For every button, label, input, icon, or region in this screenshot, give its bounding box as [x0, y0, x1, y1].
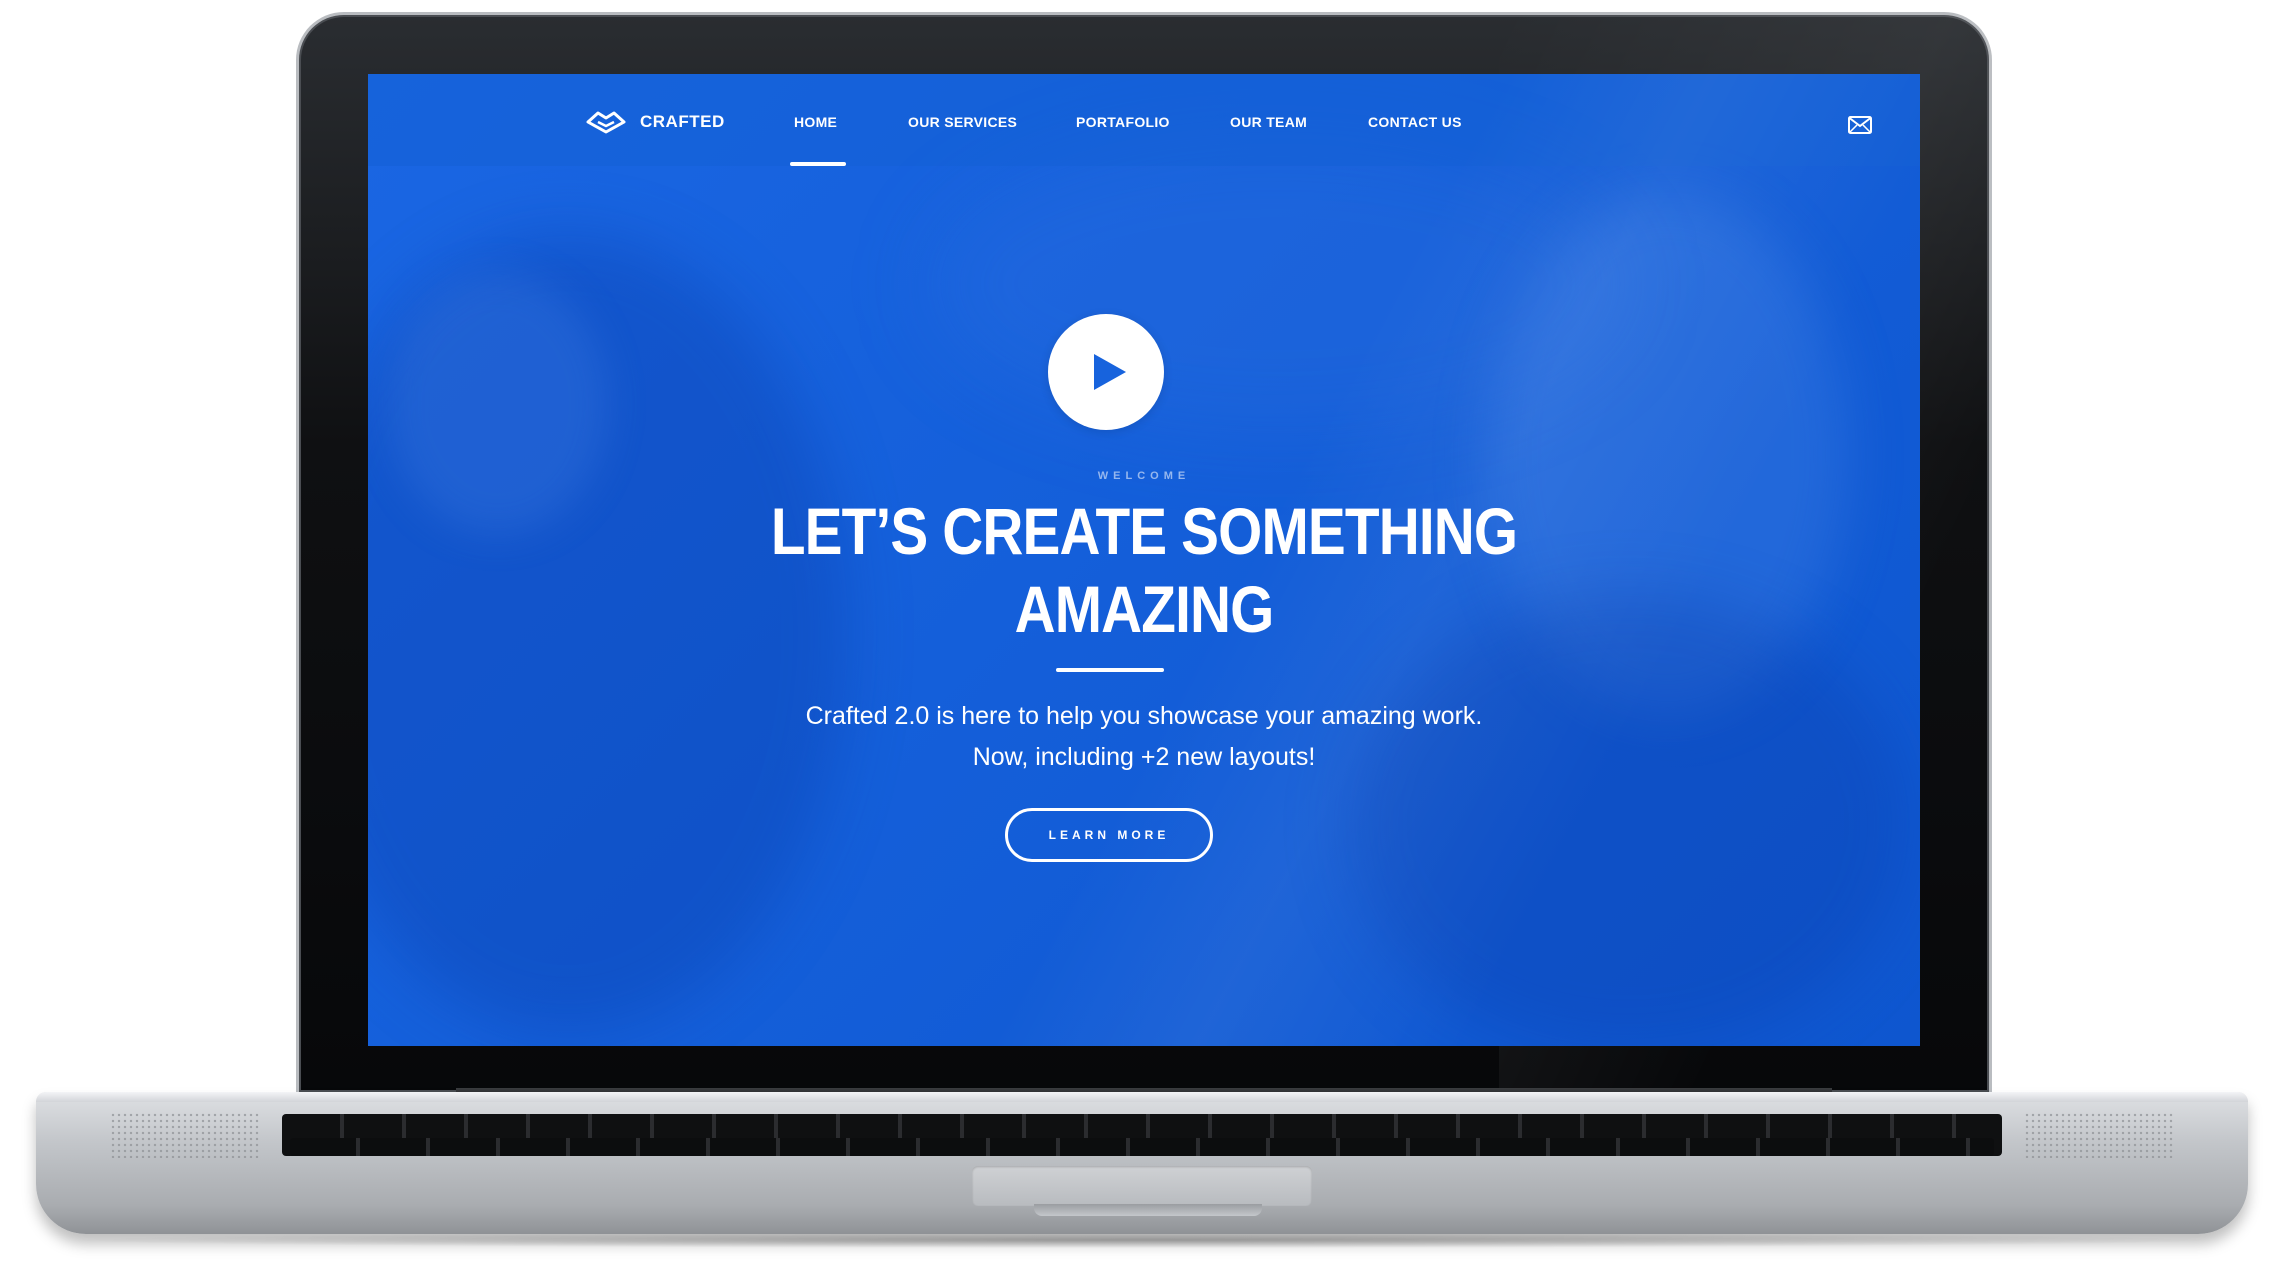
keyboard-row [290, 1138, 1994, 1156]
hero-divider [1056, 668, 1164, 672]
envelope-icon[interactable] [1848, 116, 1872, 134]
lid-notch [1034, 1204, 1262, 1216]
floor-shadow [60, 1232, 2224, 1248]
hero-subtext: Crafted 2.0 is here to help you showcase… [368, 696, 1920, 778]
learn-more-button[interactable]: LEARN MORE [1005, 808, 1213, 862]
play-icon [1094, 354, 1126, 390]
brand-logo[interactable]: CRAFTED [586, 110, 725, 134]
nav-item-our-services[interactable]: OUR SERVICES [908, 114, 1017, 130]
hero-subtext-line-2: Now, including +2 new layouts! [972, 743, 1316, 771]
website-screen: CRAFTED HOME OUR SERVICES PORTAFOLIO OUR… [368, 74, 1920, 1046]
active-nav-indicator [790, 162, 846, 166]
hero-subtext-line-1: Crafted 2.0 is here to help you showcase… [805, 702, 1483, 730]
play-video-button[interactable] [1048, 314, 1164, 430]
brand-name: CRAFTED [640, 112, 725, 131]
nav-item-portafolio[interactable]: PORTAFOLIO [1076, 114, 1170, 130]
hero-eyebrow: WELCOME [1097, 470, 1191, 482]
trackpad [972, 1166, 1312, 1206]
nav-item-home[interactable]: HOME [794, 114, 837, 130]
nav-item-our-team[interactable]: OUR TEAM [1230, 114, 1307, 130]
hero-headline-line-1: LET’S CREATE SOMETHING [770, 494, 1518, 568]
laptop-mockup: CRAFTED HOME OUR SERVICES PORTAFOLIO OUR… [0, 0, 2284, 1276]
nav-item-contact-us[interactable]: CONTACT US [1368, 114, 1462, 130]
laptop-base-edge [36, 1092, 2248, 1102]
top-navbar: CRAFTED HOME OUR SERVICES PORTAFOLIO OUR… [368, 74, 1920, 166]
hero-headline: LET’S CREATE SOMETHING AMAZING [477, 492, 1812, 648]
speaker-grille-right [2024, 1112, 2174, 1158]
hero-headline-line-2: AMAZING [1014, 572, 1275, 646]
crafted-logo-icon [586, 111, 626, 134]
speaker-grille-left [110, 1112, 260, 1158]
